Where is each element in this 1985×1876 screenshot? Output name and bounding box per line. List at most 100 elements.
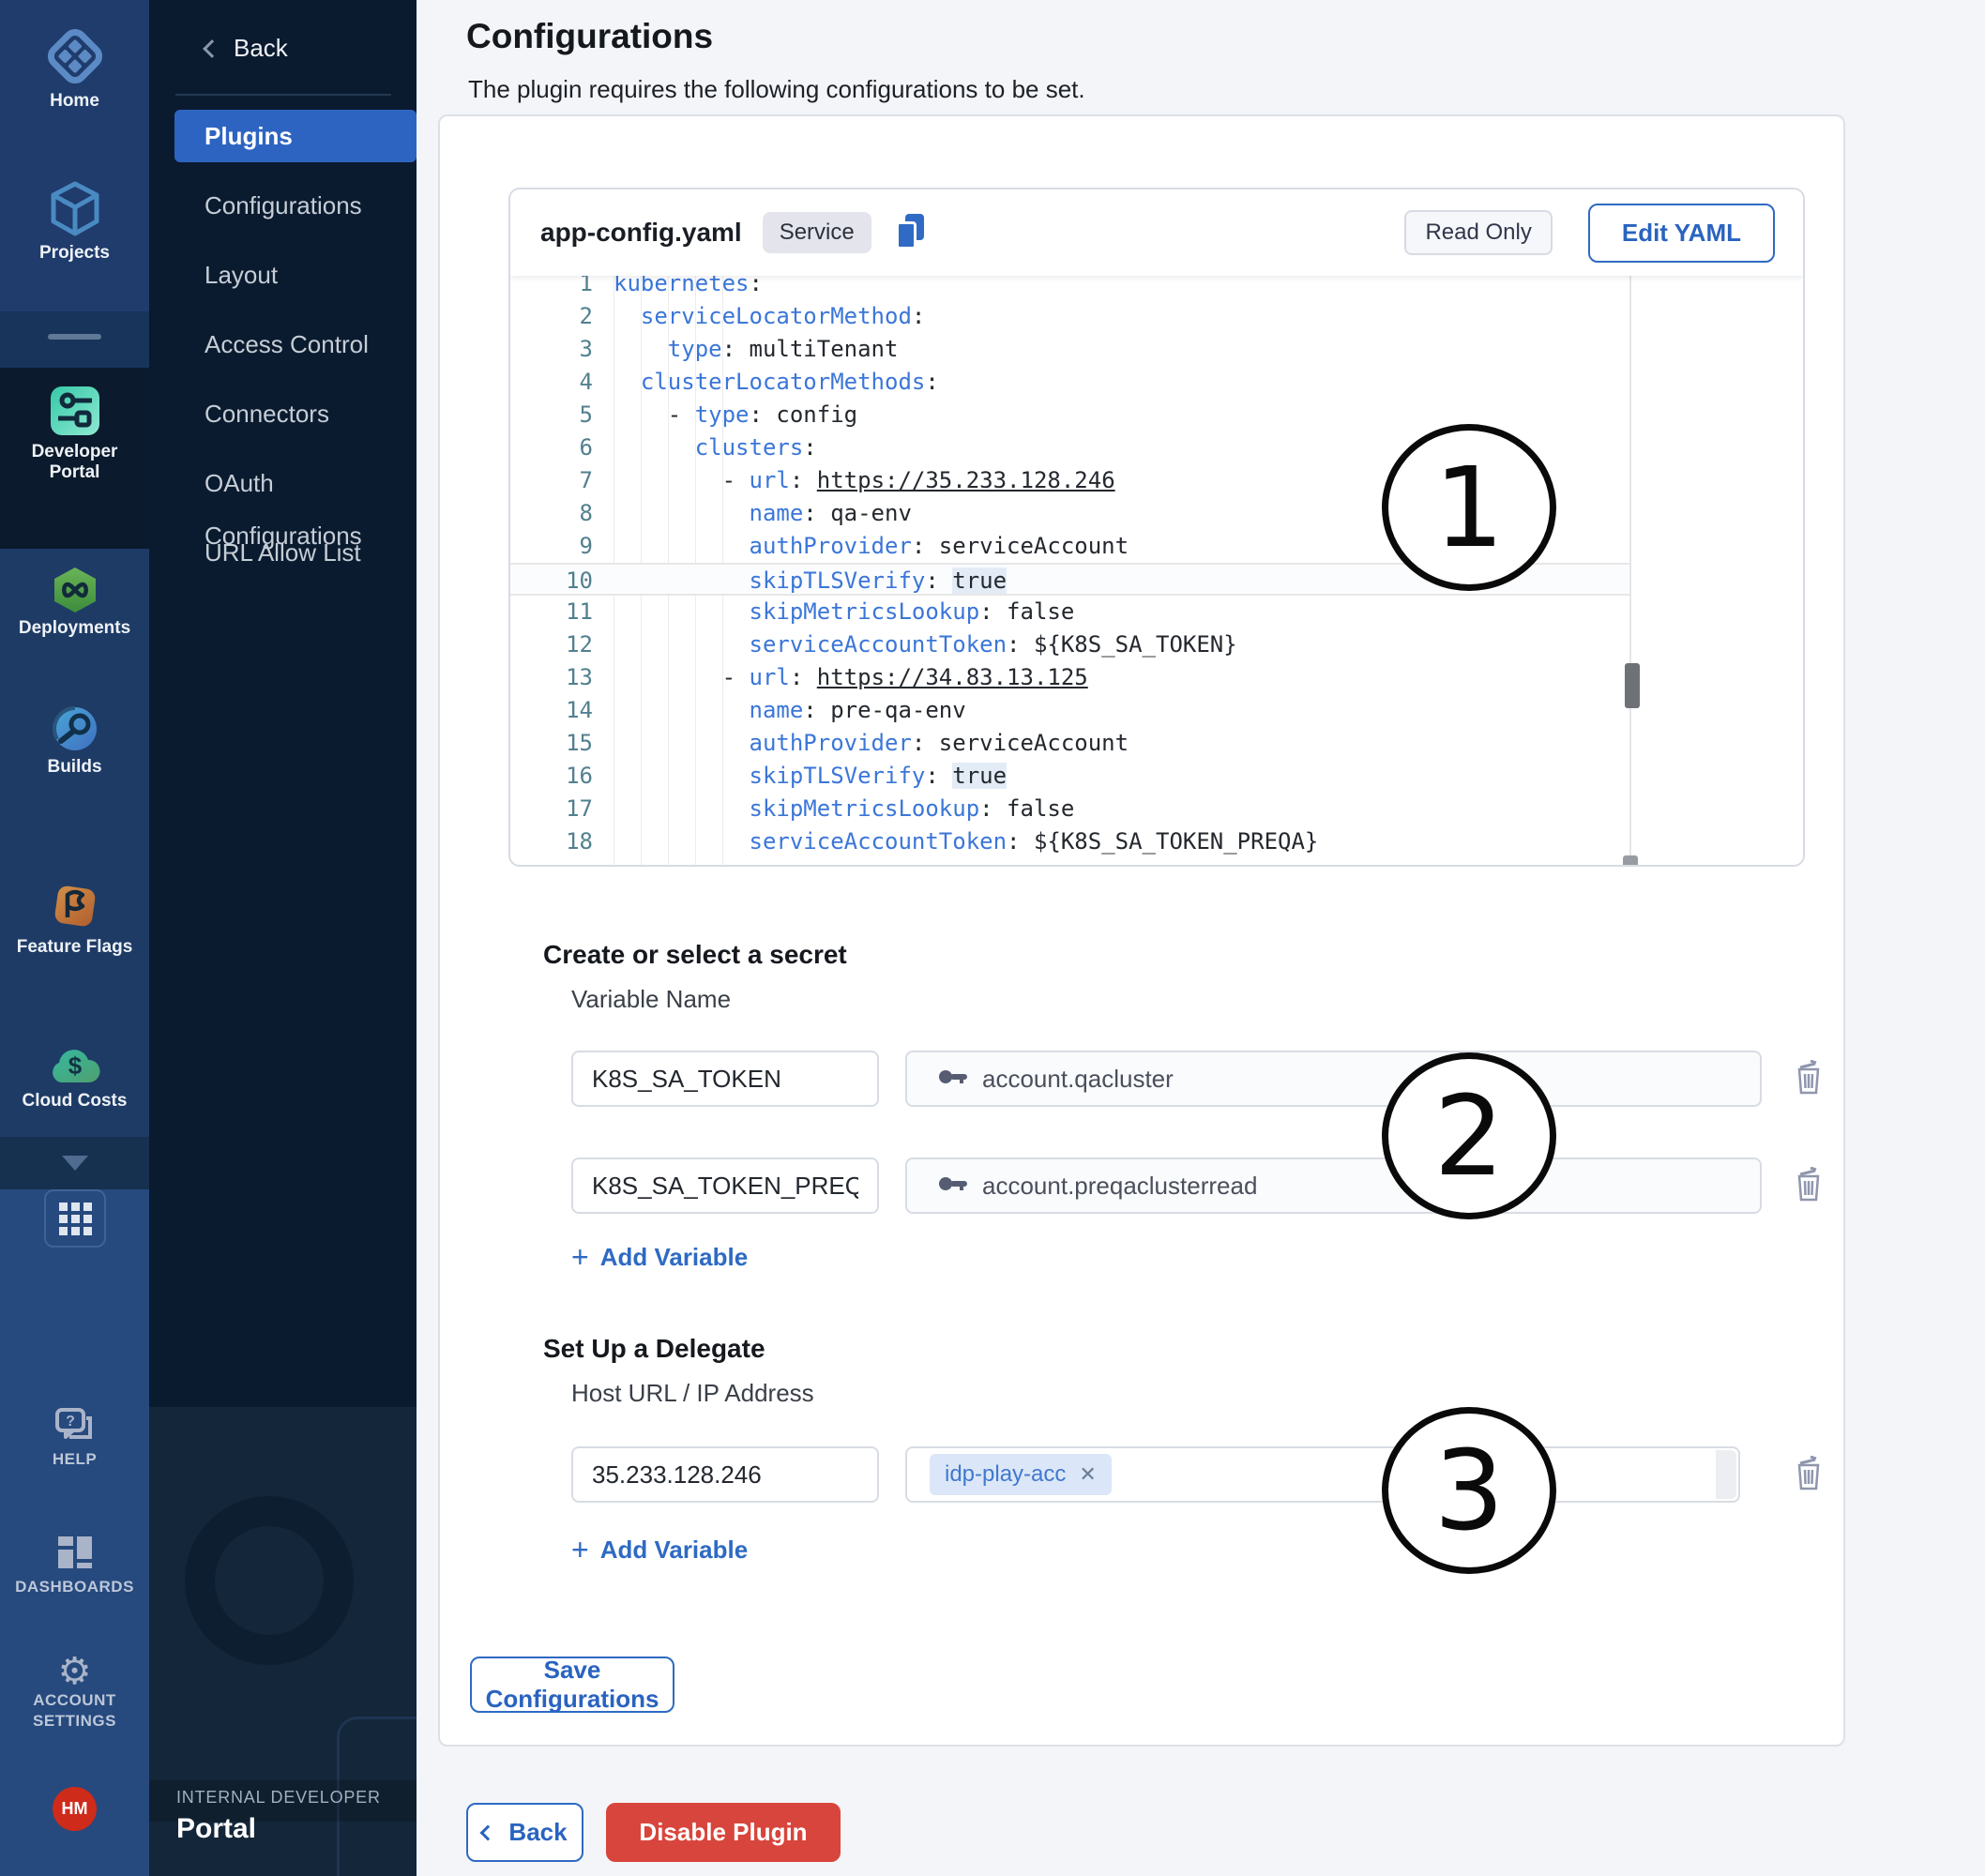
sidebar-item-layout[interactable]: Layout <box>174 249 417 301</box>
rail-label: DASHBOARDS <box>0 1577 149 1597</box>
back-nav[interactable]: Back <box>205 34 288 63</box>
page-title: Configurations <box>466 17 713 56</box>
sidebar-item-access-control[interactable]: Access Control <box>174 318 417 371</box>
line-number: 16 <box>510 760 593 793</box>
chevron-down-icon[interactable] <box>62 1156 88 1171</box>
secret-select-field[interactable]: account.preqaclusterread <box>905 1157 1762 1214</box>
line-number: 17 <box>510 793 593 825</box>
yaml-header: app-config.yaml Service Read Only Edit Y… <box>510 189 1803 276</box>
edit-yaml-button[interactable]: Edit YAML <box>1588 204 1775 263</box>
yaml-line[interactable]: 4 clusterLocatorMethods: <box>510 366 1629 399</box>
sidebar-item-configurations[interactable]: Configurations <box>174 179 417 232</box>
secret-select-field[interactable]: account.qacluster <box>905 1051 1762 1107</box>
rail-label: Builds <box>0 757 149 778</box>
yaml-line[interactable]: 18 serviceAccountToken: ${K8S_SA_TOKEN_P… <box>510 825 1629 858</box>
secret-value: account.qacluster <box>982 1065 1174 1094</box>
host-url-input[interactable] <box>571 1446 879 1503</box>
host-url-label: Host URL / IP Address <box>571 1379 814 1408</box>
line-number: 18 <box>510 825 593 858</box>
back-label: Back <box>234 34 288 63</box>
line-content: type: multiTenant <box>593 333 898 366</box>
module-grid-button[interactable] <box>44 1189 106 1248</box>
line-content: name: qa-env <box>593 497 912 530</box>
rail-item-projects[interactable]: Projects <box>0 180 149 264</box>
rail-item-dashboards[interactable]: DASHBOARDS <box>0 1535 149 1597</box>
back-button[interactable]: Back <box>466 1803 583 1862</box>
page-subtitle: The plugin requires the following config… <box>468 75 1085 104</box>
variable-name-input[interactable] <box>571 1051 879 1107</box>
chevron-left-icon <box>480 1824 496 1840</box>
yaml-line[interactable]: 14 name: pre-qa-env <box>510 694 1629 727</box>
service-badge: Service <box>763 212 871 253</box>
configurations-card: app-config.yaml Service Read Only Edit Y… <box>438 114 1845 1747</box>
key-icon <box>937 1174 969 1198</box>
save-configurations-button[interactable]: Save Configurations <box>470 1657 674 1713</box>
dashboards-icon <box>56 1535 94 1577</box>
sidebar-item-oauth-configurations[interactable]: OAuth Configurations <box>174 457 417 509</box>
remove-tag-icon[interactable]: ✕ <box>1079 1462 1096 1487</box>
disable-plugin-button[interactable]: Disable Plugin <box>606 1803 841 1862</box>
line-content: kubernetes: <box>593 276 763 300</box>
line-number: 14 <box>510 694 593 727</box>
variable-name-input[interactable] <box>571 1157 879 1214</box>
line-number: 2 <box>510 300 593 333</box>
tag-label: idp-play-acc <box>945 1461 1066 1488</box>
chevron-left-icon <box>203 39 221 58</box>
rail-item-feature-flags[interactable]: Feature Flags <box>0 880 149 958</box>
yaml-line[interactable]: 15 authProvider: serviceAccount <box>510 727 1629 760</box>
annotation-circle-3: 3 <box>1382 1407 1556 1574</box>
line-number: 12 <box>510 628 593 661</box>
rail-item-account-settings[interactable]: ⚙ ACCOUNT SETTINGS <box>0 1653 149 1732</box>
back-button-label: Back <box>508 1818 567 1847</box>
plugin-sidebar: Back Plugins Configurations Layout Acces… <box>149 0 417 1876</box>
rail-item-deployments[interactable]: Deployments <box>0 567 149 639</box>
yaml-line[interactable]: 12 serviceAccountToken: ${K8S_SA_TOKEN} <box>510 628 1629 661</box>
rail-item-cloud-costs[interactable]: $ Cloud Costs <box>0 1043 149 1112</box>
rail-label: Portal <box>0 462 149 483</box>
yaml-line[interactable]: 3 type: multiTenant <box>510 333 1629 366</box>
footer-brand: Portal <box>176 1813 381 1845</box>
rail-item-developer-portal[interactable]: Developer Portal <box>0 385 149 483</box>
delete-delegate-button[interactable] <box>1795 1456 1826 1493</box>
rail-item-help[interactable]: ? HELP <box>0 1407 149 1470</box>
editor-scrollbar-thumb[interactable] <box>1625 663 1640 708</box>
delegate-tags-field[interactable]: idp-play-acc ✕ <box>905 1446 1740 1503</box>
yaml-line[interactable]: 11 skipMetricsLookup: false <box>510 596 1629 628</box>
read-only-badge: Read Only <box>1404 210 1552 255</box>
line-content: skipMetricsLookup: false <box>593 596 1074 628</box>
yaml-line[interactable]: 13 - url: https://34.83.13.125 <box>510 661 1629 694</box>
rail-item-builds[interactable]: Builds <box>0 705 149 778</box>
yaml-line[interactable]: 17 skipMetricsLookup: false <box>510 793 1629 825</box>
help-chat-icon: ? <box>54 1407 96 1449</box>
secret-value: account.preqaclusterread <box>982 1172 1257 1201</box>
yaml-line[interactable]: 2 serviceLocatorMethod: <box>510 300 1629 333</box>
developer-portal-icon <box>49 385 101 442</box>
delete-variable-button[interactable] <box>1795 1060 1826 1097</box>
user-avatar[interactable]: HM <box>53 1787 97 1831</box>
rail-item-home[interactable]: Home <box>0 26 149 112</box>
grid-dots-icon <box>59 1203 92 1235</box>
sidebar-item-url-allow-list[interactable]: URL Allow List <box>174 526 417 579</box>
line-content: - type: config <box>593 399 857 431</box>
line-number: 4 <box>510 366 593 399</box>
line-number: 5 <box>510 399 593 431</box>
plus-icon: + <box>571 1533 589 1567</box>
yaml-line[interactable]: 1kubernetes: <box>510 276 1629 300</box>
sidebar-item-plugins[interactable]: Plugins <box>174 110 417 162</box>
yaml-line[interactable]: 16 skipTLSVerify: true <box>510 760 1629 793</box>
line-content: authProvider: serviceAccount <box>593 530 1129 563</box>
line-number: 6 <box>510 431 593 464</box>
svg-text:$: $ <box>68 1051 82 1080</box>
sidebar-item-connectors[interactable]: Connectors <box>174 387 417 440</box>
delegate-tag-chip[interactable]: idp-play-acc ✕ <box>930 1454 1112 1495</box>
line-number: 8 <box>510 497 593 530</box>
line-number: 13 <box>510 661 593 694</box>
add-variable-link[interactable]: + Add Variable <box>571 1240 748 1275</box>
line-content: serviceAccountToken: ${K8S_SA_TOKEN} <box>593 628 1237 661</box>
delete-variable-button[interactable] <box>1795 1167 1826 1204</box>
variable-name-label: Variable Name <box>571 985 731 1014</box>
add-variable-link[interactable]: + Add Variable <box>571 1533 748 1567</box>
rail-label: Feature Flags <box>0 937 149 958</box>
line-content: serviceAccountToken: ${K8S_SA_TOKEN_PREQ… <box>593 825 1318 858</box>
copy-icon[interactable] <box>896 214 928 251</box>
